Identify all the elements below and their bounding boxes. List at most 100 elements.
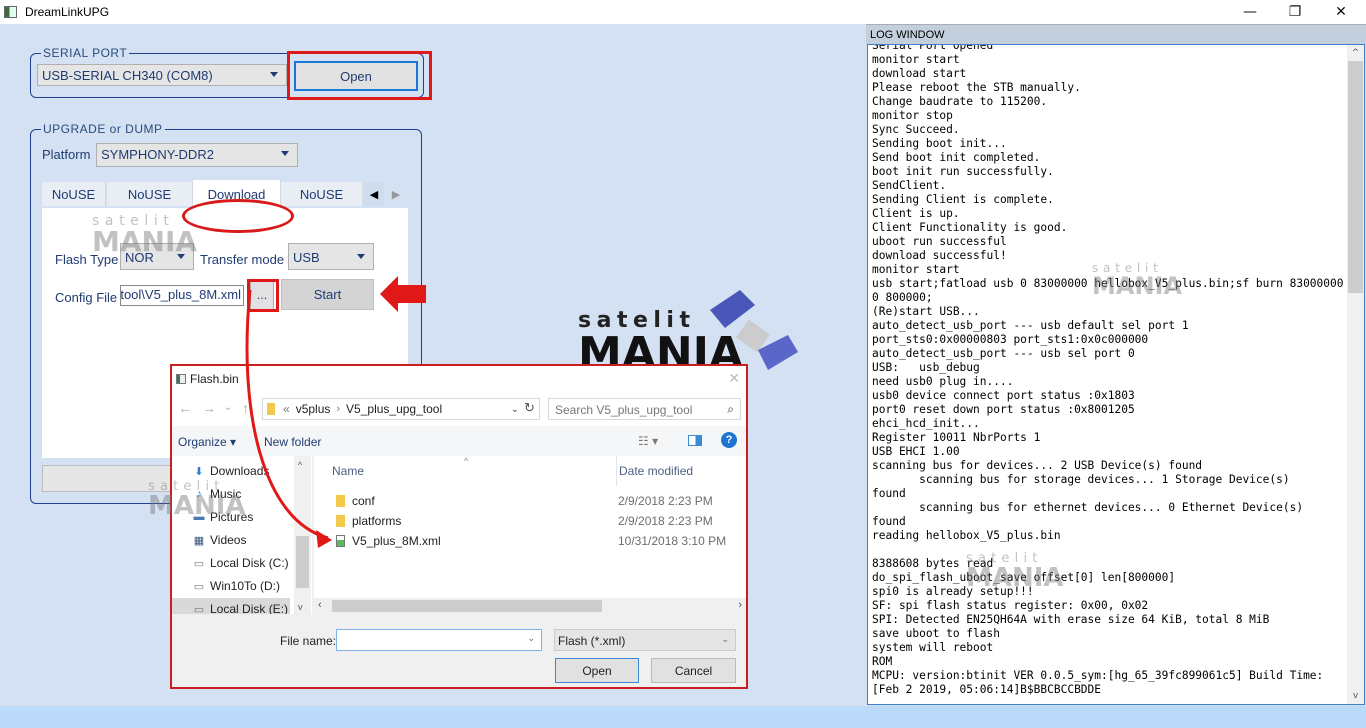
close-button[interactable]: ✕: [1318, 0, 1364, 24]
nav-item-music[interactable]: ♪ Music: [192, 483, 241, 505]
chevron-down-icon: ⌄: [721, 634, 729, 644]
forward-arrow-icon[interactable]: →: [202, 400, 216, 416]
file-row[interactable]: platforms 2/9/2018 2:23 PM: [314, 511, 746, 531]
nav-item-local-disk-e[interactable]: ▭ Local Disk (E:): [172, 598, 290, 614]
scroll-thumb[interactable]: [332, 600, 602, 612]
flash-type-select[interactable]: NOR: [120, 243, 194, 270]
file-date: 2/9/2018 2:23 PM: [618, 494, 713, 508]
log-scroll-thumb[interactable]: [1348, 61, 1363, 293]
scroll-left-icon[interactable]: ‹: [318, 599, 322, 611]
log-line: Sending boot init...: [872, 137, 1007, 150]
annotation-highlight-open: [287, 51, 432, 100]
drive-icon: ▭: [193, 580, 205, 593]
scroll-up-icon[interactable]: ^: [298, 460, 302, 470]
chevron-down-icon[interactable]: ⌄: [527, 633, 535, 644]
nav-item-videos[interactable]: ▦ Videos: [192, 529, 247, 551]
xml-file-icon: [336, 535, 345, 547]
log-line: Change baudrate to 115200.: [872, 95, 1048, 108]
log-line: boot init run successfully.: [872, 165, 1054, 178]
annotation-ellipse-download: [182, 199, 294, 233]
scroll-thumb[interactable]: [296, 536, 309, 588]
annotation-arrow-left: [380, 276, 426, 312]
organize-button[interactable]: Organize ▾: [178, 435, 236, 449]
minimize-button[interactable]: —: [1227, 0, 1273, 24]
folder-icon: [336, 515, 345, 527]
app-icon: [4, 6, 17, 18]
dialog-cancel-button[interactable]: Cancel: [651, 658, 736, 683]
address-bar[interactable]: « v5plus › V5_plus_upg_tool ⌄: [262, 398, 540, 420]
scroll-down-icon[interactable]: v: [298, 602, 303, 612]
file-type-filter-select[interactable]: Flash (*.xml) ⌄: [554, 629, 736, 651]
scroll-up-icon[interactable]: ^: [1347, 45, 1364, 61]
file-row[interactable]: V5_plus_8M.xml 10/31/2018 3:10 PM: [314, 531, 746, 551]
nav-item-local-disk-c[interactable]: ▭ Local Disk (C:): [192, 552, 289, 574]
chevron-down-icon[interactable]: ⌄: [511, 404, 519, 415]
tab-nouse-3[interactable]: NoUSE: [281, 182, 363, 206]
log-line: Client Functionality is good.: [872, 221, 1068, 234]
tab-nouse-1[interactable]: NoUSE: [42, 182, 106, 206]
maximize-button[interactable]: ❐: [1272, 0, 1318, 24]
transfer-mode-value: USB: [293, 250, 320, 265]
log-line: SF: spi flash status register: 0x00, 0x0…: [872, 599, 1149, 612]
view-options-button[interactable]: ☷ ▾: [638, 434, 658, 448]
tab-nouse-2[interactable]: NoUSE: [107, 182, 193, 206]
sort-ascending-icon: ^: [464, 456, 469, 466]
search-input[interactable]: Search V5_plus_upg_tool ⌕: [548, 398, 741, 420]
folder-icon: [336, 495, 345, 507]
navigation-pane-scrollbar[interactable]: ^ v: [294, 456, 311, 614]
log-line: [Feb 2 2019, 05:06:14]B$BBCBCCBDDE: [872, 683, 1102, 696]
refresh-icon[interactable]: ↻: [524, 400, 535, 416]
nav-item-downloads[interactable]: ⬇ Downloads: [192, 460, 269, 482]
file-name-input[interactable]: ⌄: [336, 629, 542, 651]
log-line: scanning bus for devices... 2 USB Device…: [872, 459, 1203, 472]
config-file-input[interactable]: tool\V5_plus_8M.xml: [120, 285, 244, 306]
dialog-close-icon[interactable]: ✕: [728, 370, 740, 387]
dialog-open-button[interactable]: Open: [555, 658, 639, 683]
breadcrumb-v5plus[interactable]: v5plus: [296, 402, 331, 416]
dialog-app-icon: [176, 374, 186, 384]
chevron-down-icon: [281, 151, 289, 156]
nav-item-label: Local Disk (C:): [210, 556, 289, 570]
preview-pane-icon[interactable]: [688, 435, 702, 446]
log-line: download start: [872, 67, 967, 80]
log-window: LOG WINDOW Serial Port Opened monitor sta…: [866, 24, 1366, 708]
up-arrow-icon[interactable]: ↑: [242, 400, 249, 416]
transfer-mode-select[interactable]: USB: [288, 243, 374, 270]
flash-type-value: NOR: [125, 250, 154, 265]
start-button[interactable]: Start: [281, 279, 374, 310]
breadcrumb-overflow[interactable]: «: [283, 402, 290, 416]
column-header-name[interactable]: Name: [332, 456, 364, 486]
log-line: Send boot init completed.: [872, 151, 1041, 164]
nav-item-label: Pictures: [210, 510, 254, 524]
tab-scroll-left-button[interactable]: ◀: [364, 182, 384, 206]
log-line: port_sts0:0x00000803 port_sts1:0x0c00000…: [872, 333, 1149, 346]
log-line: auto_detect_usb_port --- usb default sel…: [872, 319, 1189, 332]
file-list-horizontal-scrollbar[interactable]: ‹ ›: [314, 598, 746, 614]
serial-port-select[interactable]: USB-SERIAL CH340 (COM8): [37, 64, 287, 86]
breadcrumb-separator: ›: [336, 403, 341, 415]
file-date: 2/9/2018 2:23 PM: [618, 514, 713, 528]
file-row[interactable]: conf 2/9/2018 2:23 PM: [314, 491, 746, 511]
column-header-date-modified[interactable]: Date modified: [616, 456, 693, 486]
dialog-title: Flash.bin: [190, 372, 239, 386]
log-line: need usb0 plug in....: [872, 375, 1014, 388]
title-bar: DreamLinkUPG — ❐ ✕: [0, 0, 1366, 24]
nav-item-win10to-d[interactable]: ▭ Win10To (D:): [192, 575, 280, 597]
back-arrow-icon[interactable]: ←: [178, 400, 192, 416]
log-scrollbar[interactable]: ^ v: [1347, 45, 1364, 704]
log-line: Please reboot the STB manually.: [872, 81, 1081, 94]
new-folder-button[interactable]: New folder: [264, 435, 321, 449]
scroll-right-icon[interactable]: ›: [738, 599, 742, 611]
breadcrumb-v5-plus-upg-tool[interactable]: V5_plus_upg_tool: [346, 402, 442, 416]
log-line: 0 800000;: [872, 291, 933, 304]
dialog-navigation-bar: ← → ⌄ ↑ « v5plus › V5_plus_upg_tool ⌄ ↻ …: [172, 392, 746, 426]
recent-locations-icon[interactable]: ⌄: [224, 402, 232, 413]
drive-icon: ▭: [193, 603, 205, 615]
log-output[interactable]: Serial Port Opened monitor start download …: [867, 44, 1365, 705]
platform-select[interactable]: SYMPHONY-DDR2: [96, 143, 298, 167]
tab-scroll-right-button[interactable]: ▶: [388, 182, 404, 206]
videos-icon: ▦: [193, 534, 205, 547]
help-icon[interactable]: ?: [721, 432, 737, 448]
scroll-down-icon[interactable]: v: [1347, 688, 1364, 704]
nav-item-pictures[interactable]: ▬ Pictures: [192, 506, 254, 528]
